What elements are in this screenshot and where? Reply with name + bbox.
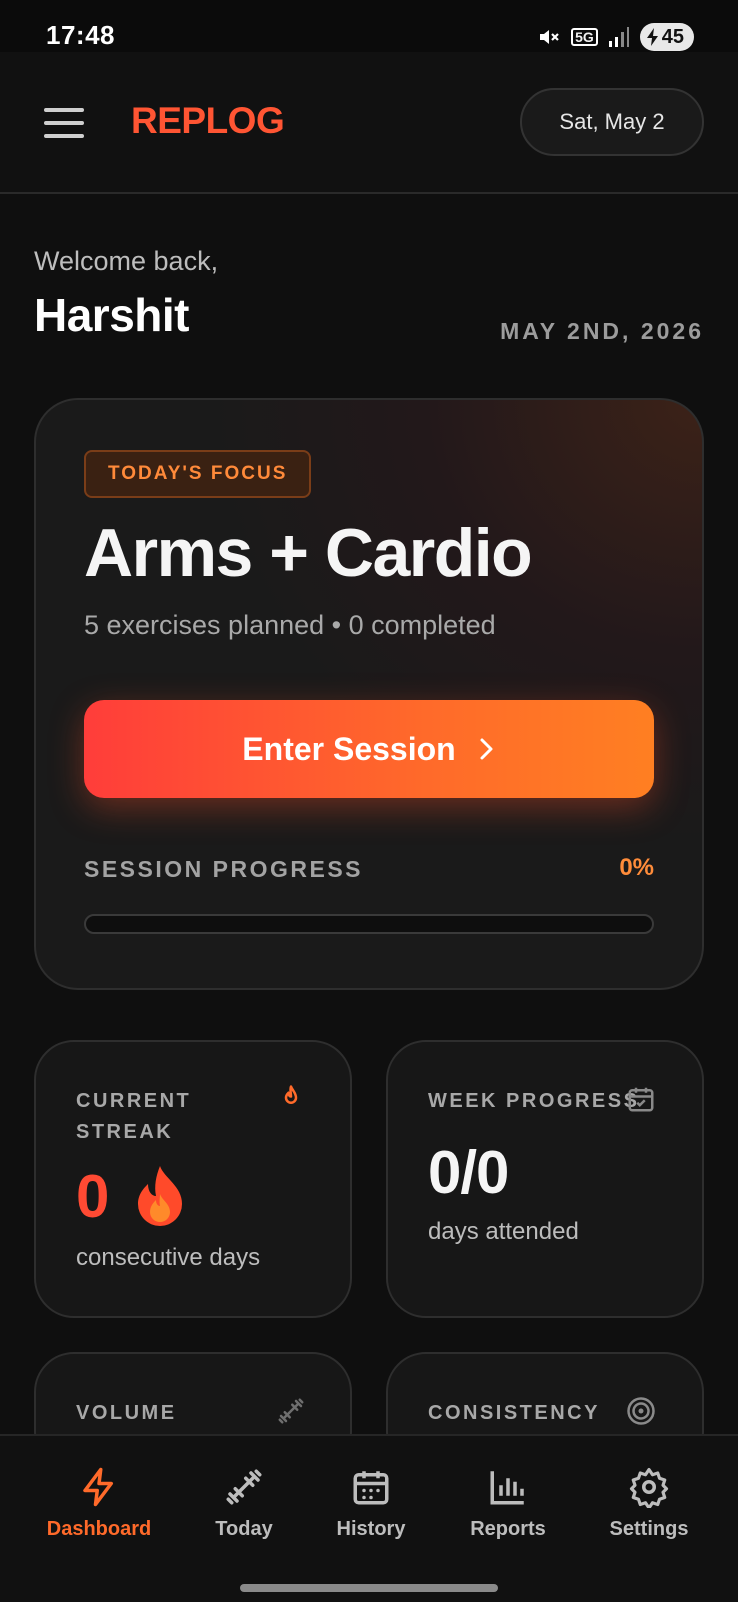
nav-label: Today bbox=[215, 1518, 273, 1540]
battery-indicator: 45 bbox=[639, 23, 694, 51]
status-bar: 17:48 5G 45 bbox=[0, 0, 738, 52]
calendar-icon bbox=[353, 1471, 389, 1505]
mute-icon bbox=[540, 30, 559, 44]
focus-subtitle: 5 exercises planned • 0 completed bbox=[84, 610, 496, 640]
session-progress-bar bbox=[84, 914, 654, 934]
nav-label: Settings bbox=[609, 1518, 689, 1540]
chevron-right-icon bbox=[480, 738, 493, 760]
enter-session-label: Enter Session bbox=[242, 730, 456, 767]
nav-label: Dashboard bbox=[46, 1518, 152, 1540]
nav-settings[interactable]: Settings bbox=[604, 1466, 694, 1541]
network-type: 5G bbox=[571, 28, 598, 46]
app-header: REPLOG Sat, May 2 bbox=[0, 52, 738, 194]
lightning-icon bbox=[83, 1467, 113, 1507]
user-name: Harshit bbox=[34, 289, 189, 341]
current-streak-card[interactable]: CURRENT STREAK 0 consecutive days bbox=[34, 1040, 352, 1318]
menu-button[interactable] bbox=[44, 106, 86, 140]
target-icon bbox=[627, 1397, 655, 1425]
nav-label: History bbox=[336, 1518, 406, 1540]
volume-label: VOLUME bbox=[76, 1402, 177, 1424]
dumbbell-icon bbox=[226, 1469, 262, 1505]
todays-focus-card: TODAY'S FOCUS Arms + Cardio 5 exercises … bbox=[34, 398, 704, 990]
gear-icon bbox=[629, 1467, 669, 1508]
focus-badge: TODAY'S FOCUS bbox=[84, 450, 312, 498]
nav-today[interactable]: Today bbox=[200, 1466, 288, 1541]
battery-level: 45 bbox=[661, 25, 684, 48]
home-indicator[interactable] bbox=[240, 1584, 498, 1592]
nav-dashboard[interactable]: Dashboard bbox=[42, 1466, 156, 1541]
week-progress-card[interactable]: WEEK PROGRESS 0/0 days attended bbox=[386, 1040, 704, 1318]
enter-session-button[interactable]: Enter Session bbox=[84, 700, 654, 798]
week-progress-label: WEEK PROGRESS bbox=[428, 1090, 640, 1112]
flame-icon bbox=[284, 1085, 298, 1104]
signal-icon bbox=[608, 27, 629, 47]
bar-chart-icon bbox=[490, 1471, 524, 1505]
week-progress-caption: days attended bbox=[428, 1218, 579, 1245]
fire-emoji-icon bbox=[138, 1165, 183, 1226]
welcome-greeting: Welcome back, bbox=[34, 246, 219, 276]
consistency-label: CONSISTENCY bbox=[428, 1402, 600, 1424]
calendar-check-icon bbox=[628, 1087, 654, 1112]
charging-icon bbox=[646, 28, 658, 46]
nav-history[interactable]: History bbox=[326, 1466, 416, 1541]
session-progress-value: 0% bbox=[619, 854, 654, 881]
status-icons: 5G 45 bbox=[537, 22, 694, 52]
streak-caption: consecutive days bbox=[76, 1244, 261, 1271]
date-pill[interactable]: Sat, May 2 bbox=[520, 88, 704, 156]
session-progress-label: SESSION PROGRESS bbox=[84, 856, 364, 882]
app-logo: REPLOG bbox=[131, 100, 285, 141]
nav-reports[interactable]: Reports bbox=[462, 1466, 554, 1541]
bottom-navigation: Dashboard Today History Reports Settings bbox=[0, 1434, 738, 1602]
status-time: 17:48 bbox=[46, 20, 115, 50]
week-progress-value: 0/0 bbox=[428, 1139, 509, 1206]
focus-title: Arms + Cardio bbox=[84, 515, 533, 591]
dumbbell-icon bbox=[278, 1398, 304, 1424]
nav-label: Reports bbox=[470, 1518, 546, 1540]
streak-value: 0 bbox=[76, 1163, 110, 1230]
streak-value-row: 0 bbox=[76, 1162, 189, 1231]
streak-label: CURRENT STREAK bbox=[76, 1090, 192, 1143]
today-date: MAY 2ND, 2026 bbox=[500, 318, 704, 344]
